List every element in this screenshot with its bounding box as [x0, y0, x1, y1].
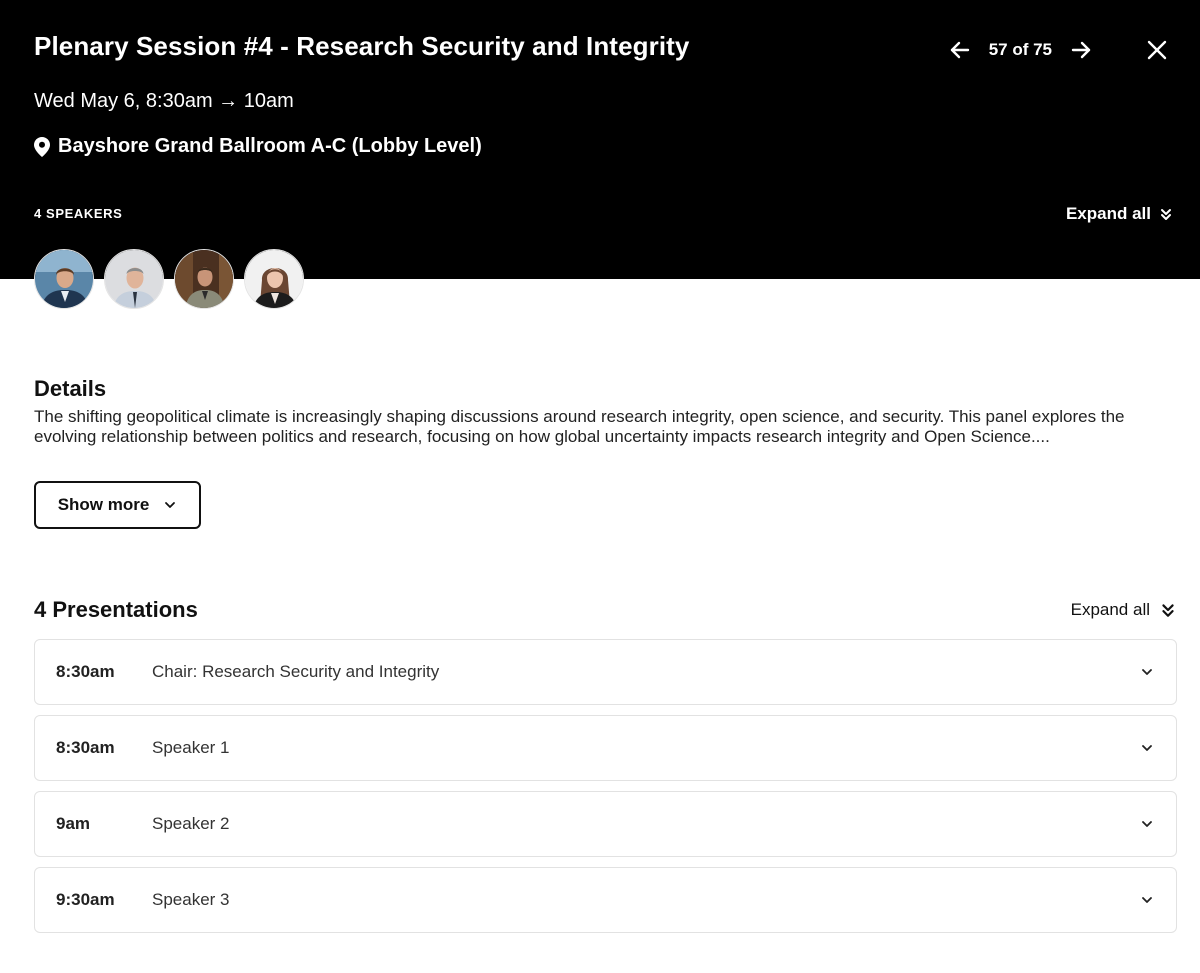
speakers-count: 4 SPEAKERS — [34, 206, 123, 221]
presentation-time: 8:30am — [56, 738, 115, 757]
presentation-title: Chair: Research Security and Integrity — [152, 662, 440, 681]
chevron-down-icon — [1140, 665, 1154, 679]
speaker-avatars — [34, 249, 304, 309]
arrow-left-icon — [950, 41, 969, 59]
session-time: Wed May 6, 8:30am → 10am — [34, 90, 294, 112]
presentation-row[interactable]: 9:30am Speaker 3 — [34, 867, 1177, 933]
presentation-title: Speaker 1 — [152, 738, 230, 757]
close-button[interactable] — [1142, 35, 1172, 65]
details-heading: Details — [34, 376, 107, 401]
show-more-label: Show more — [57, 495, 150, 514]
session-location: Bayshore Grand Ballroom A-C (Lobby Level… — [34, 135, 482, 158]
double-chevron-down-icon — [1161, 209, 1171, 220]
chevron-down-icon — [1140, 893, 1154, 907]
chevron-down-icon — [165, 502, 176, 508]
double-chevron-down-icon — [1162, 604, 1174, 617]
presentation-time: 9:30am — [56, 890, 115, 909]
speaker-avatar-1[interactable] — [34, 249, 94, 309]
presentation-row[interactable]: 9am Speaker 2 — [34, 791, 1177, 857]
presentation-time: 9am — [56, 814, 91, 833]
arrow-right-icon — [1071, 41, 1091, 59]
chevron-down-icon — [1140, 741, 1154, 755]
details-description: The shifting geopolitical climate is inc… — [34, 407, 1125, 446]
presentations-heading: 4 Presentations — [34, 597, 198, 622]
previous-session-button[interactable] — [945, 35, 975, 65]
speaker-avatar-2[interactable] — [104, 249, 164, 309]
expand-all-label: Expand all — [1065, 204, 1151, 223]
speaker-avatar-4[interactable] — [244, 249, 304, 309]
presentation-row[interactable]: 8:30am Speaker 1 — [34, 715, 1177, 781]
speakers-expand-all-button[interactable]: Expand all — [1066, 204, 1173, 224]
expand-all-label: Expand all — [1070, 600, 1150, 619]
session-header: Plenary Session #4 - Research Security a… — [0, 0, 1200, 279]
location-label: Bayshore Grand Ballroom A-C (Lobby Level… — [58, 135, 482, 157]
chevron-down-icon — [1140, 817, 1154, 831]
presentation-time: 8:30am — [56, 662, 115, 681]
location-pin-icon — [34, 136, 50, 157]
presentations-list: 8:30am Chair: Research Security and Inte… — [34, 639, 1177, 943]
presentations-expand-all-button[interactable]: Expand all — [1071, 600, 1176, 620]
presentation-title: Speaker 3 — [152, 890, 230, 909]
show-more-button[interactable]: Show more — [34, 481, 201, 529]
presentation-title: Speaker 2 — [152, 814, 230, 833]
next-session-button[interactable] — [1066, 35, 1096, 65]
session-navigation: 57 of 75 — [945, 34, 1172, 66]
session-counter: 57 of 75 — [988, 40, 1052, 59]
close-icon — [1147, 40, 1167, 60]
speaker-avatar-3[interactable] — [174, 249, 234, 309]
session-title: Plenary Session #4 - Research Security a… — [34, 31, 690, 61]
presentation-row[interactable]: 8:30am Chair: Research Security and Inte… — [34, 639, 1177, 705]
